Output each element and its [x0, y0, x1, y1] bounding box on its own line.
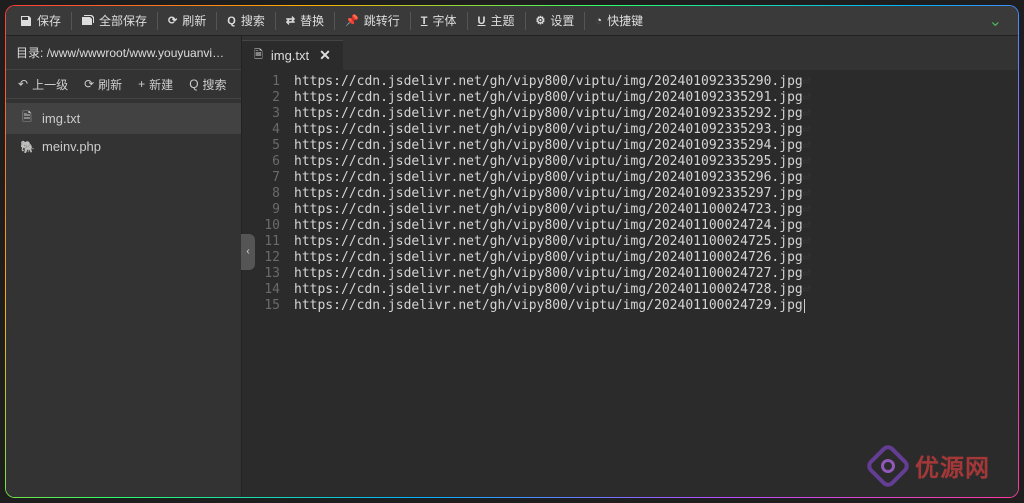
save-label: 保存	[37, 12, 61, 29]
code-line[interactable]: https://cdn.jsdelivr.net/gh/vipy800/vipt…	[294, 282, 1018, 298]
goto-label: 跳转行	[364, 12, 400, 29]
file-name: meinv.php	[42, 139, 101, 154]
php-icon: 🐘	[20, 140, 34, 154]
save-all-icon	[82, 15, 94, 27]
text-cursor	[804, 299, 805, 313]
sidebar-refresh-button[interactable]: ⟳ 刷新	[76, 70, 130, 98]
code-line[interactable]: https://cdn.jsdelivr.net/gh/vipy800/vipt…	[294, 202, 1018, 218]
new-label: 新建	[149, 76, 173, 93]
replace-icon: ⇄	[286, 14, 295, 27]
search-button[interactable]: Q 搜索	[217, 6, 275, 36]
shortcuts-button[interactable]: ◔ 快捷键	[585, 6, 653, 36]
sidebar-actions: ↶ 上一级 ⟳ 刷新 + 新建 Q 搜索	[6, 69, 241, 99]
code-editor[interactable]: 123456789101112131415 https://cdn.jsdeli…	[242, 70, 1018, 497]
toolbar-menu-toggle[interactable]: ⌄	[977, 11, 1014, 31]
line-gutter: 123456789101112131415	[242, 70, 288, 497]
code-line[interactable]: https://cdn.jsdelivr.net/gh/vipy800/vipt…	[294, 250, 1018, 266]
file-item-meinv-php[interactable]: 🐘 meinv.php	[6, 134, 241, 159]
code-line[interactable]: https://cdn.jsdelivr.net/gh/vipy800/vipt…	[294, 138, 1018, 154]
save-icon	[20, 15, 32, 27]
sidebar-refresh-label: 刷新	[98, 76, 122, 93]
font-button[interactable]: T 字体	[411, 6, 467, 36]
theme-button[interactable]: U 主题	[468, 6, 525, 36]
gear-icon: ⚙	[536, 14, 546, 27]
settings-button[interactable]: ⚙ 设置	[526, 6, 585, 36]
watermark-text: 优源网	[915, 448, 990, 483]
top-toolbar: 保存 全部保存 ⟳ 刷新 Q 搜索 ⇄ 替换 📌 跳转行 T 字体	[6, 6, 1018, 36]
tab-close-button[interactable]: ✕	[317, 47, 333, 64]
code-line[interactable]: https://cdn.jsdelivr.net/gh/vipy800/vipt…	[294, 74, 1018, 90]
save-all-label: 全部保存	[99, 12, 147, 29]
refresh-button[interactable]: ⟳ 刷新	[158, 6, 216, 36]
editor-area: 🗎 img.txt ✕ 123456789101112131415 https:…	[242, 36, 1018, 497]
plus-icon: +	[138, 77, 145, 91]
file-item-img-txt[interactable]: 🗎 img.txt	[6, 103, 241, 134]
code-line[interactable]: https://cdn.jsdelivr.net/gh/vipy800/vipt…	[294, 170, 1018, 186]
font-icon: T	[421, 15, 428, 27]
code-line[interactable]: https://cdn.jsdelivr.net/gh/vipy800/vipt…	[294, 154, 1018, 170]
refresh-icon: ⟳	[84, 77, 94, 91]
refresh-icon: ⟳	[168, 14, 177, 27]
new-button[interactable]: + 新建	[130, 70, 181, 98]
code-line[interactable]: https://cdn.jsdelivr.net/gh/vipy800/vipt…	[294, 106, 1018, 122]
code-line[interactable]: https://cdn.jsdelivr.net/gh/vipy800/vipt…	[294, 186, 1018, 202]
arrow-up-icon: ↶	[18, 77, 28, 91]
tab-bar: 🗎 img.txt ✕	[242, 36, 1018, 70]
code-line[interactable]: https://cdn.jsdelivr.net/gh/vipy800/vipt…	[294, 122, 1018, 138]
breadcrumb-path: /www/wwwroot/www.youyuanvi…	[47, 46, 224, 60]
chevron-down-icon: ⌄	[989, 13, 1002, 30]
sidebar-search-label: 搜索	[203, 76, 227, 93]
code-line[interactable]: https://cdn.jsdelivr.net/gh/vipy800/vipt…	[294, 218, 1018, 234]
tab-label: img.txt	[271, 48, 309, 63]
settings-label: 设置	[550, 12, 574, 29]
replace-button[interactable]: ⇄ 替换	[276, 6, 334, 36]
watermark: 优源网	[871, 448, 990, 483]
replace-label: 替换	[300, 12, 324, 29]
breadcrumb-label: 目录:	[16, 46, 43, 60]
tab-img-txt[interactable]: 🗎 img.txt ✕	[242, 40, 343, 70]
refresh-label: 刷新	[182, 12, 206, 29]
theme-label: 主题	[491, 12, 515, 29]
file-icon: 🗎	[20, 108, 34, 129]
watermark-logo-icon	[864, 441, 912, 489]
search-label: 搜索	[241, 12, 265, 29]
save-button[interactable]: 保存	[10, 6, 71, 36]
goto-button[interactable]: 📌 跳转行	[335, 6, 410, 36]
sidebar-collapse-handle[interactable]: ‹	[241, 234, 255, 270]
up-level-button[interactable]: ↶ 上一级	[10, 70, 76, 98]
file-list: 🗎 img.txt 🐘 meinv.php	[6, 99, 241, 163]
search-icon: Q	[189, 77, 198, 91]
search-icon: Q	[227, 15, 236, 27]
shortcuts-label: 快捷键	[607, 12, 643, 29]
code-line[interactable]: https://cdn.jsdelivr.net/gh/vipy800/vipt…	[294, 298, 1018, 314]
code-line[interactable]: https://cdn.jsdelivr.net/gh/vipy800/vipt…	[294, 234, 1018, 250]
breadcrumb: 目录: /www/wwwroot/www.youyuanvi…	[6, 36, 241, 69]
shortcuts-icon: ◔	[595, 15, 602, 27]
up-label: 上一级	[32, 76, 68, 93]
code-content[interactable]: https://cdn.jsdelivr.net/gh/vipy800/vipt…	[288, 70, 1018, 497]
code-line[interactable]: https://cdn.jsdelivr.net/gh/vipy800/vipt…	[294, 90, 1018, 106]
code-line[interactable]: https://cdn.jsdelivr.net/gh/vipy800/vipt…	[294, 266, 1018, 282]
file-name: img.txt	[42, 111, 80, 126]
font-label: 字体	[433, 12, 457, 29]
goto-icon: 📌	[345, 14, 359, 27]
sidebar-search-button[interactable]: Q 搜索	[181, 70, 234, 98]
chevron-left-icon: ‹	[246, 246, 249, 257]
save-all-button[interactable]: 全部保存	[72, 6, 157, 36]
sidebar: 目录: /www/wwwroot/www.youyuanvi… ↶ 上一级 ⟳ …	[6, 36, 242, 497]
file-icon: 🗎	[254, 46, 263, 65]
theme-icon: U	[478, 15, 486, 27]
